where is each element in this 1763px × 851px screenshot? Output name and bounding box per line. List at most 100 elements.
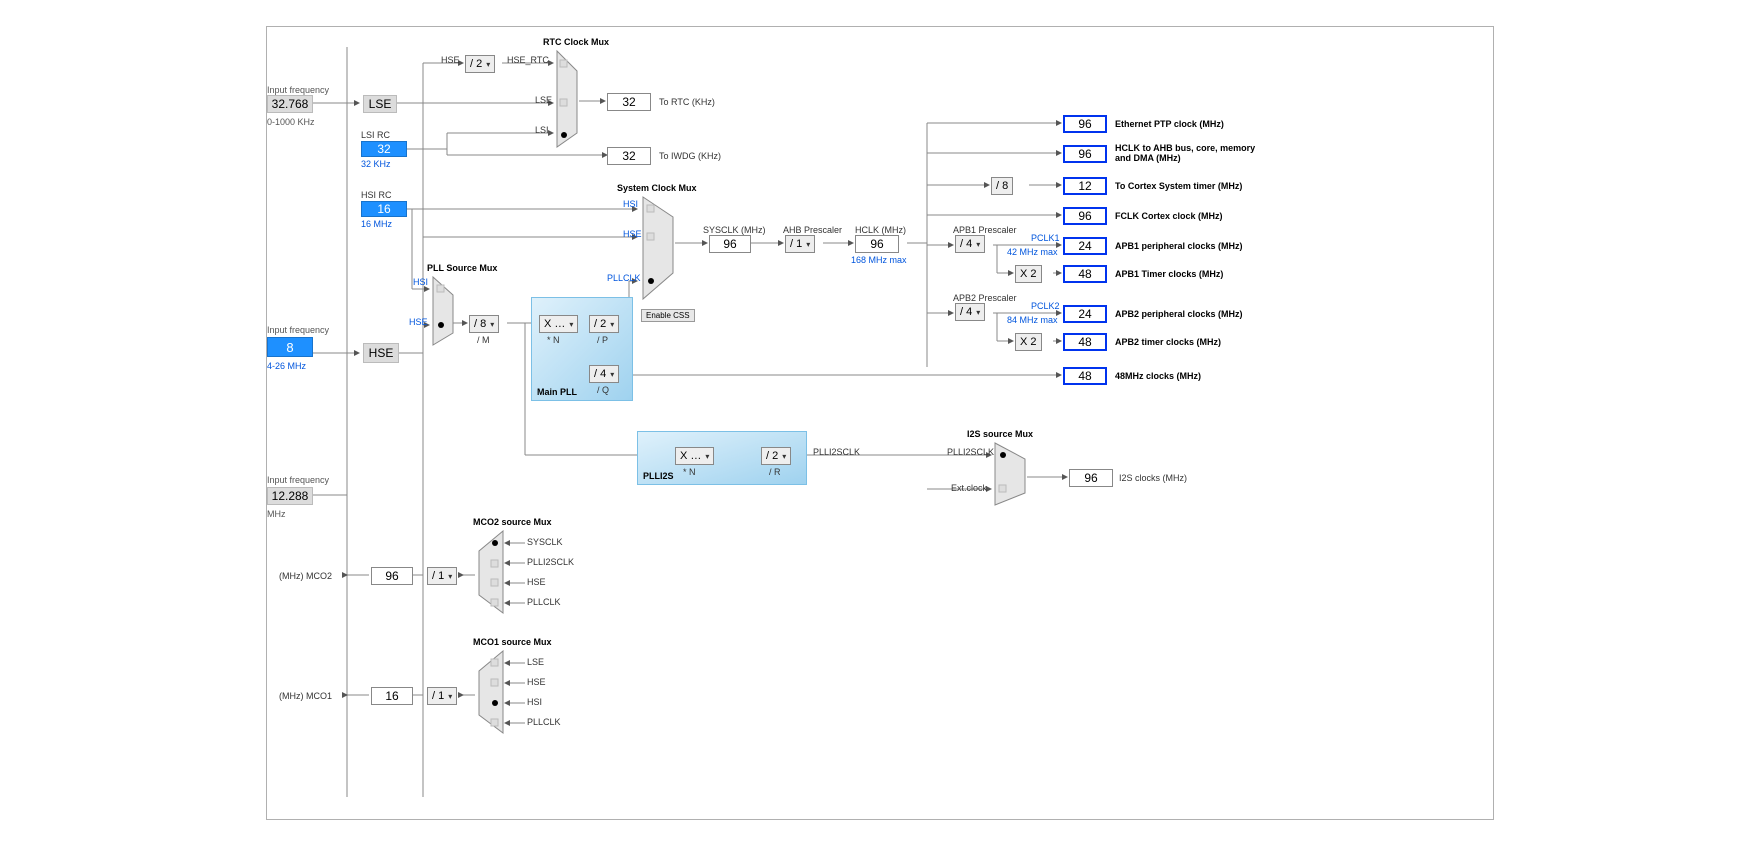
hsi-rc-label: HSI RC	[361, 190, 392, 200]
ahb-prescaler[interactable]: / 1▾	[785, 235, 815, 253]
hse-freq-label: Input frequency	[267, 325, 329, 335]
main-pll-p[interactable]: / 2▾	[589, 315, 619, 333]
cortex-div[interactable]: / 8	[991, 177, 1013, 195]
out-apb1p-val: 24	[1063, 237, 1107, 255]
pll-m-label: / M	[477, 335, 490, 345]
out-apb2p-lbl: APB2 peripheral clocks (MHz)	[1115, 309, 1243, 319]
chevron-down-icon: ▾	[782, 452, 786, 461]
sysclk-mux-title: System Clock Mux	[617, 183, 697, 193]
apb1-prescaler[interactable]: / 4▾	[955, 235, 985, 253]
rtc-out-label: To RTC (KHz)	[659, 97, 715, 107]
out-hclk-val: 96	[1063, 145, 1107, 163]
hse-freq-input[interactable]: 8	[267, 337, 313, 357]
chevron-down-icon: ▾	[610, 320, 614, 329]
plli2s-n[interactable]: X …▾	[675, 447, 714, 465]
rtc-hse-in-label: HSE	[441, 55, 460, 65]
chevron-down-icon: ▾	[806, 240, 810, 249]
apb2-prescaler[interactable]: / 4▾	[955, 303, 985, 321]
mco1-in3: PLLCLK	[527, 717, 561, 727]
out-cortex-lbl: To Cortex System timer (MHz)	[1115, 181, 1242, 191]
iwdg-out-value: 32	[607, 147, 651, 165]
apb1-label: APB1 Prescaler	[953, 225, 1017, 235]
mco1-div[interactable]: / 1▾	[427, 687, 457, 705]
mco2-in3: PLLCLK	[527, 597, 561, 607]
apb2-label: APB2 Prescaler	[953, 293, 1017, 303]
chevron-down-icon: ▾	[976, 240, 980, 249]
lse-freq-input[interactable]: 32.768	[267, 95, 313, 113]
main-pll-q[interactable]: / 4▾	[589, 365, 619, 383]
chevron-down-icon: ▾	[610, 370, 614, 379]
mco2-in0: SYSCLK	[527, 537, 563, 547]
pll-m-div[interactable]: / 8▾	[469, 315, 499, 333]
mco2-in1: PLLI2SCLK	[527, 557, 574, 567]
out-fclk-val: 96	[1063, 207, 1107, 225]
out-apb1t-lbl: APB1 Timer clocks (MHz)	[1115, 269, 1223, 279]
pllsrc-hse: HSE	[409, 317, 428, 327]
mco1-in2: HSI	[527, 697, 542, 707]
i2s-freq-input[interactable]: 12.288	[267, 487, 313, 505]
lsi-value: 32	[361, 141, 407, 157]
out-cortex-val: 12	[1063, 177, 1107, 195]
lsi-unit: 32 KHz	[361, 159, 391, 169]
hclk-max: 168 MHz max	[851, 255, 907, 265]
out-apb1p-lbl: APB1 peripheral clocks (MHz)	[1115, 241, 1243, 251]
mco1-label: (MHz) MCO1	[279, 691, 332, 701]
chevron-down-icon: ▾	[705, 452, 709, 461]
plli2s-r[interactable]: / 2▾	[761, 447, 791, 465]
lse-source: LSE	[363, 95, 397, 113]
out-fclk-lbl: FCLK Cortex clock (MHz)	[1115, 211, 1223, 221]
mco1-value: 16	[371, 687, 413, 705]
main-pll-n[interactable]: X …▾	[539, 315, 578, 333]
chevron-down-icon: ▾	[569, 320, 573, 329]
apb2-pclk2: PCLK2	[1031, 301, 1060, 311]
out-apb2t-val: 48	[1063, 333, 1107, 351]
enable-css-button[interactable]: Enable CSS	[641, 309, 695, 322]
i2s-unit: MHz	[267, 509, 286, 519]
out-apb2t-lbl: APB2 timer clocks (MHz)	[1115, 337, 1221, 347]
out-apb1t-val: 48	[1063, 265, 1107, 283]
mco2-title: MCO2 source Mux	[473, 517, 552, 527]
mco1-title: MCO1 source Mux	[473, 637, 552, 647]
ahb-prescaler-label: AHB Prescaler	[783, 225, 842, 235]
out-apb2p-val: 24	[1063, 305, 1107, 323]
chevron-down-icon: ▾	[448, 572, 452, 581]
sysclk-value: 96	[709, 235, 751, 253]
lse-freq-label: Input frequency	[267, 85, 329, 95]
i2s-out-value: 96	[1069, 469, 1113, 487]
hse-range: 4-26 MHz	[267, 361, 306, 371]
hclk-value: 96	[855, 235, 899, 253]
plli2s-title: PLLI2S	[643, 471, 674, 481]
sysmux-pllclk: PLLCLK	[607, 273, 641, 283]
out-eth-val: 96	[1063, 115, 1107, 133]
rtc-lsi-label: LSI	[535, 125, 549, 135]
i2s-out-label: I2S clocks (MHz)	[1119, 473, 1187, 483]
chevron-down-icon: ▾	[490, 320, 494, 329]
chevron-down-icon: ▾	[976, 308, 980, 317]
hse-source: HSE	[363, 343, 399, 363]
plli2s-n-label: * N	[683, 467, 696, 477]
hsi-value: 16	[361, 201, 407, 217]
apb1-timmul: X 2	[1015, 265, 1042, 283]
mco2-label: (MHz) MCO2	[279, 571, 332, 581]
rtc-lse-label: LSE	[535, 95, 552, 105]
plli2s-out-label: PLLI2SCLK	[813, 447, 860, 457]
out-hclk-lbl: HCLK to AHB bus, core, memory and DMA (M…	[1115, 143, 1265, 163]
sysmux-hsi: HSI	[623, 199, 638, 209]
apb2-max: 84 MHz max	[1007, 315, 1058, 325]
clock-tree-frame: Input frequency 32.768 0-1000 KHz LSE LS…	[266, 26, 1494, 820]
i2smux-in2: Ext.clock	[951, 483, 987, 493]
out-usb48-lbl: 48MHz clocks (MHz)	[1115, 371, 1201, 381]
plli2s-r-label: / R	[769, 467, 781, 477]
mco1-in1: HSE	[527, 677, 546, 687]
apb1-pclk1: PCLK1	[1031, 233, 1060, 243]
rtc-hse-div[interactable]: / 2▾	[465, 55, 495, 73]
mco2-div[interactable]: / 1▾	[427, 567, 457, 585]
chevron-down-icon: ▾	[448, 692, 452, 701]
i2s-freq-label: Input frequency	[267, 475, 329, 485]
mco2-value: 96	[371, 567, 413, 585]
out-usb48-val: 48	[1063, 367, 1107, 385]
hsi-unit: 16 MHz	[361, 219, 392, 229]
lse-range: 0-1000 KHz	[267, 117, 315, 127]
rtc-out-value: 32	[607, 93, 651, 111]
iwdg-out-label: To IWDG (KHz)	[659, 151, 721, 161]
